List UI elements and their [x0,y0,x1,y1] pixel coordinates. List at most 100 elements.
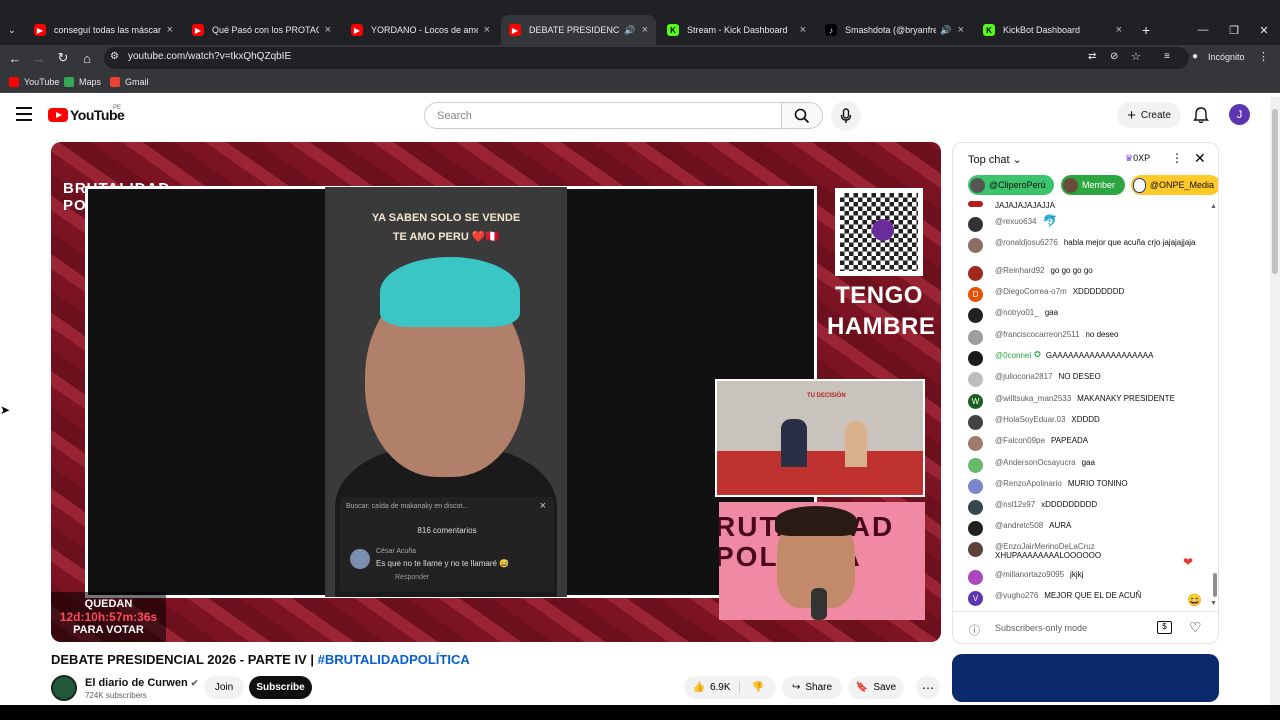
back-button[interactable]: ← [4,45,26,71]
chat-scrollbar-thumb[interactable] [1213,573,1217,597]
forward-button[interactable]: → [28,45,50,71]
pinned-chip[interactable]: @ONPE_Media [1131,175,1218,195]
bookmark-maps[interactable]: Maps [64,75,101,89]
chat-message[interactable]: @Falcon09pe PAPEADA [968,436,1088,451]
account-avatar[interactable]: J [1229,104,1250,125]
scroll-down-arrow-icon[interactable]: ▼ [1210,600,1217,607]
home-icon: ⌂ [83,50,91,66]
star-icon[interactable]: ☆ [1131,50,1141,63]
chat-message[interactable]: @notryo01_ gaa [968,308,1058,323]
pinned-chip[interactable]: @CliperoPerú [968,175,1054,195]
page-scrollbar-thumb[interactable] [1272,109,1278,274]
browser-tab[interactable]: ♪ Smashdota (@bryanfreddy) 🔊 × [817,15,972,45]
bookmark-youtube[interactable]: YouTube [9,75,59,89]
like-dislike-group: 👍 6.9K 👎 [684,676,776,699]
browser-tab[interactable]: ▶ Qué Pasó con los PROTAGONIS × [184,15,339,45]
incognito-label[interactable]: Incógnito [1208,52,1245,62]
eye-off-icon[interactable]: ⊘ [1110,51,1118,62]
close-chat-icon[interactable]: ✕ [1194,150,1206,167]
chat-message[interactable]: @rexuo634 🐬 [968,214,1057,232]
close-icon[interactable]: × [958,24,964,36]
xp-counter[interactable]: ♛0XP [1125,153,1150,164]
gmail-icon [110,77,120,87]
video-player[interactable]: BRUTALIDAD POLÍTICA YA SABEN SOLO SE VEN… [51,142,941,642]
hashtag-link[interactable]: #BRUTALIDADPOLÍTICA [318,652,470,667]
reload-button[interactable]: ↻ [52,45,74,71]
chat-message[interactable]: @RenzoApolinario MURIO TONINO [968,479,1128,494]
chat-message[interactable]: @HolaSoyEduar.03 XDDDD [968,415,1100,430]
dislike-button[interactable]: 👎 [740,682,776,693]
browser-menu-icon[interactable]: ⋮ [1258,50,1269,63]
more-actions-button[interactable]: ⋯ [916,676,940,699]
studio-person [845,421,867,467]
super-chat-icon[interactable]: $ [1157,621,1172,634]
chat-message[interactable]: @andretc508 AURA [968,521,1071,536]
youtube-logo[interactable]: YouTube PE [48,105,125,123]
mouse-cursor-icon: ➤ [0,403,11,417]
info-icon[interactable]: ⓘ [969,622,980,638]
minimize-button[interactable]: — [1187,15,1219,45]
channel-avatar[interactable] [51,675,77,701]
studio-person [781,419,807,467]
menu-icon[interactable] [16,107,32,121]
bookmark-gmail[interactable]: Gmail [110,75,149,89]
url-text[interactable]: youtube.com/watch?v=tkxQhQZqbIE [128,51,291,62]
close-icon[interactable]: × [167,24,173,36]
share-button[interactable]: ↪ Share [782,676,842,699]
chat-message[interactable]: V @vugho276 MEJOR QUE EL DE ACUÑ [968,591,1141,606]
browser-tab[interactable]: ▶ YORDANO - Locos de amor - Y × [343,15,498,45]
avatar [1063,177,1078,193]
plus-icon: + [1142,22,1151,38]
close-icon[interactable]: × [642,24,648,36]
search-input[interactable]: Search [424,102,782,129]
join-button[interactable]: Join [204,676,244,699]
pinned-chip[interactable]: Member [1061,175,1125,195]
chat-message[interactable]: @nsl12s97 xDDDDDDDDD [968,500,1097,515]
browser-tab[interactable]: K KickBot Dashboard × [975,15,1130,45]
notifications-bell-icon[interactable] [1192,106,1210,124]
chat-message[interactable]: @0connel ✪ GAAAAAAAAAAAAAAAAAAA [968,350,1153,366]
tab-search-button[interactable]: ⌄ [0,15,26,45]
chat-message[interactable]: W @willtsuka_man2533 MAKANAKY PRESIDENTE [968,394,1175,409]
channel-name[interactable]: El diario de Curwen ✔ [85,677,198,689]
like-button[interactable]: 👍 6.9K [684,682,740,693]
home-button[interactable]: ⌂ [76,45,98,71]
subscribe-button[interactable]: Subscribe [249,676,312,699]
translate-icon[interactable]: ⇄ [1088,51,1096,62]
maximize-button[interactable]: ❐ [1218,15,1250,45]
chat-message[interactable]: @juliocoria2817 NO DESEO [968,372,1101,387]
close-icon[interactable]: × [484,24,490,36]
speaker-icon[interactable]: 🔊 [624,25,635,36]
avatar [968,479,983,494]
close-icon[interactable]: × [800,24,806,36]
save-button[interactable]: 🔖 Save [848,676,904,699]
page-scrollbar[interactable] [1270,97,1280,705]
heart-reaction-icon[interactable]: ♡ [1189,619,1202,636]
speaker-icon[interactable]: 🔊 [940,25,951,36]
chat-message[interactable]: @EnzoJairMerinoDeLaCruz XHUPAAAAAAAALOOOO… [968,542,1101,560]
site-info-icon[interactable]: ⚙ [110,51,119,62]
close-icon[interactable]: × [325,24,331,36]
new-tab-button[interactable]: + [1134,15,1154,45]
chat-message[interactable]: JAJAJAJAJAJJA [968,201,1055,210]
chat-message[interactable]: @AndersonOcsayucra gaa [968,458,1095,473]
media-control-icon[interactable]: ≡ [1164,51,1170,62]
chat-message[interactable]: @ronaldjosu6276 habla mejor que acuña crj… [968,238,1198,253]
create-button[interactable]: + Create [1117,102,1181,128]
close-window-button[interactable]: ✕ [1248,15,1280,45]
browser-tab[interactable]: K Stream - Kick Dashboard × [659,15,814,45]
voice-search-button[interactable] [831,101,861,131]
close-icon[interactable]: × [1116,24,1122,36]
browser-tab[interactable]: ▶ conseguí todas las máscaras de × [26,15,181,45]
sidebar-promo-card[interactable] [952,654,1219,702]
verified-icon: ✔ [190,678,199,688]
search-button[interactable] [781,102,823,129]
chat-message[interactable]: @millanortazo9095 jkjkj [968,570,1083,585]
chat-message[interactable]: @franciscocarreon2511 no deseo [968,330,1118,345]
scroll-up-arrow-icon[interactable]: ▲ [1210,203,1217,210]
chat-mode-dropdown[interactable]: Top chat ⌄ [968,153,1022,166]
chat-menu-icon[interactable]: ⋮ [1171,151,1183,165]
browser-tab-active[interactable]: ▶ DEBATE PRESIDENCIAL 202 🔊 × [501,15,656,45]
chat-message[interactable]: @Reinhard92 go go go go [968,266,1093,281]
chat-message[interactable]: D @DiegoCorrea-o7m XDDDDDDDD [968,287,1124,302]
